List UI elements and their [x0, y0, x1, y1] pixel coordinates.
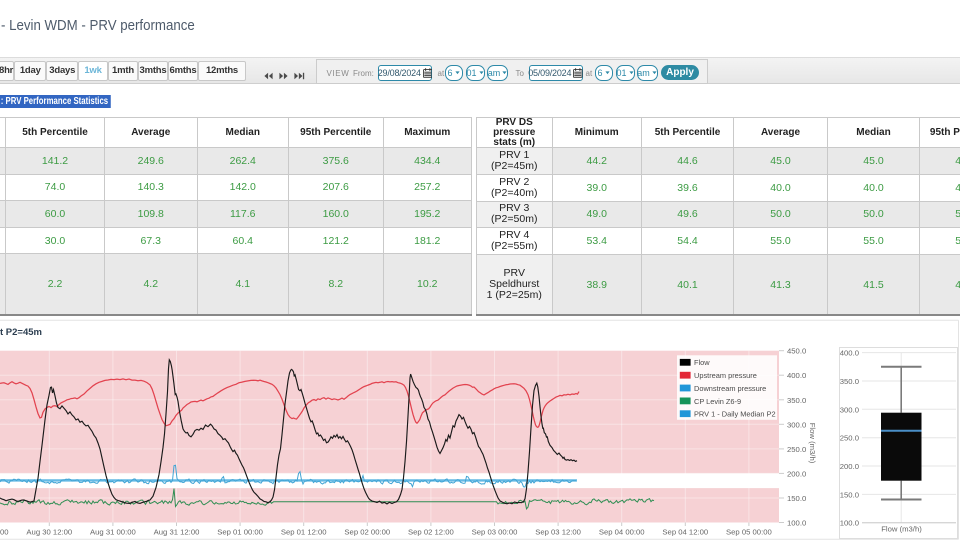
- svg-text:Sep 01 12:00: Sep 01 12:00: [281, 528, 327, 537]
- svg-text:Aug 31 00:00: Aug 31 00:00: [90, 528, 136, 537]
- svg-text:400.0: 400.0: [840, 349, 859, 358]
- svg-text:Sep 03 00:00: Sep 03 00:00: [472, 528, 518, 537]
- svg-text:450.0: 450.0: [787, 347, 806, 356]
- svg-text:250.0: 250.0: [840, 434, 859, 443]
- svg-text:Sep 04 00:00: Sep 04 00:00: [599, 528, 645, 537]
- svg-text:Aug 30 12:00: Aug 30 12:00: [26, 528, 72, 537]
- svg-text:200.0: 200.0: [787, 469, 806, 478]
- svg-text:100.0: 100.0: [840, 519, 859, 528]
- svg-text:Sep 05 00:00: Sep 05 00:00: [726, 528, 772, 537]
- svg-text:Flow: Flow: [694, 358, 710, 367]
- svg-text:400.0: 400.0: [787, 371, 806, 380]
- svg-text:PRV 1 - Daily Median P2: PRV 1 - Daily Median P2: [694, 410, 776, 419]
- svg-text:Aug 30 00:00: Aug 30 00:00: [0, 528, 9, 537]
- svg-text:CP Levin Z6-9: CP Levin Z6-9: [694, 397, 741, 406]
- svg-text:Downstream pressure: Downstream pressure: [694, 384, 766, 393]
- svg-text:Flow (m3/h): Flow (m3/h): [881, 525, 922, 534]
- svg-text:150.0: 150.0: [840, 490, 859, 499]
- svg-text:Sep 02 12:00: Sep 02 12:00: [408, 528, 454, 537]
- svg-text:300.0: 300.0: [787, 420, 806, 429]
- svg-text:350.0: 350.0: [840, 377, 859, 386]
- svg-text:Upstream pressure: Upstream pressure: [694, 371, 757, 380]
- svg-text:Flow (m3/h): Flow (m3/h): [808, 423, 817, 464]
- svg-text:300.0: 300.0: [840, 405, 859, 414]
- svg-text:200.0: 200.0: [840, 462, 859, 471]
- svg-text:100.0: 100.0: [787, 519, 806, 528]
- svg-text:150.0: 150.0: [787, 494, 806, 503]
- svg-text:350.0: 350.0: [787, 396, 806, 405]
- svg-text:Sep 03 12:00: Sep 03 12:00: [535, 528, 581, 537]
- svg-text:Sep 04 12:00: Sep 04 12:00: [662, 528, 708, 537]
- svg-text:Sep 01 00:00: Sep 01 00:00: [217, 528, 263, 537]
- svg-text:Aug 31 12:00: Aug 31 12:00: [154, 528, 200, 537]
- svg-text:Sep 02 00:00: Sep 02 00:00: [344, 528, 390, 537]
- svg-text:250.0: 250.0: [787, 445, 806, 454]
- svg-text:t P2=45m: t P2=45m: [0, 327, 42, 338]
